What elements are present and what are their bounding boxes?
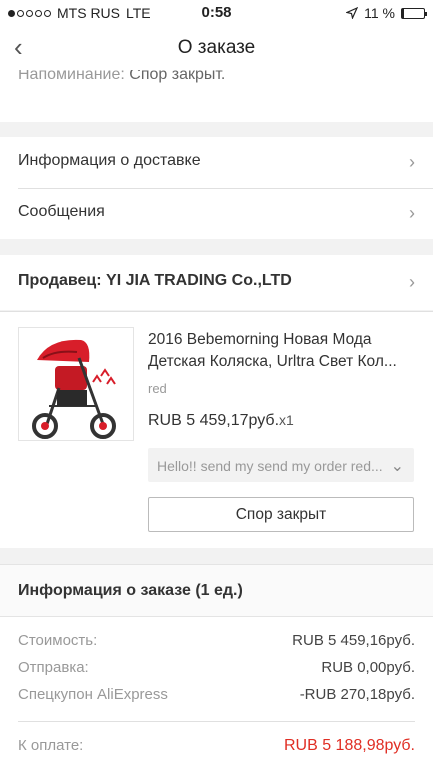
battery-level xyxy=(402,8,405,18)
reminder-value: Спор закрыт. xyxy=(129,70,226,83)
product-title-line1: 2016 Bebemorning Новая Мода xyxy=(148,331,372,348)
page-title: О заказе xyxy=(177,37,256,58)
shipping-row: Отправка: RUB 0,00руб. xyxy=(18,659,415,681)
dispute-closed-button[interactable]: Спор закрыт xyxy=(148,497,414,532)
chevron-right-icon: › xyxy=(409,272,415,292)
divider xyxy=(0,311,433,312)
coupon-value: -RUB 270,18руб. xyxy=(299,686,415,703)
shipping-value: RUB 0,00руб. xyxy=(321,659,415,676)
status-right: 11 % xyxy=(346,5,427,21)
product-title[interactable]: 2016 Bebemorning Новая Мода Детская Коля… xyxy=(148,329,418,373)
product-price-line: RUB 5 459,17руб.x1 xyxy=(148,412,294,430)
product-variant: red xyxy=(148,381,167,396)
divider xyxy=(18,721,415,722)
reminder-text: Напоминание: Спор закрыт. xyxy=(18,70,225,84)
messages-link[interactable]: Сообщения › xyxy=(0,188,433,239)
coupon-label: Спецкупон AliExpress xyxy=(18,686,168,703)
product-price: RUB 5 459,17руб. xyxy=(148,412,280,429)
order-summary: Стоимость: RUB 5 459,16руб. Отправка: RU… xyxy=(0,617,433,770)
reminder-section: Напоминание: Спор закрыт. xyxy=(0,70,433,122)
chevron-down-icon[interactable]: ⌄ xyxy=(391,456,404,476)
cost-row: Стоимость: RUB 5 459,16руб. xyxy=(18,632,415,654)
location-arrow-icon xyxy=(346,7,359,19)
cost-value: RUB 5 459,16руб. xyxy=(292,632,415,649)
seller-label: Продавец: YI JIA TRADING Co.,LTD xyxy=(18,272,292,289)
battery-percent: 11 % xyxy=(364,5,395,21)
chevron-right-icon: › xyxy=(409,152,415,172)
shipping-label: Отправка: xyxy=(18,659,89,676)
divider xyxy=(18,188,433,189)
stroller-image[interactable] xyxy=(18,327,134,441)
total-value: RUB 5 188,98руб. xyxy=(283,737,415,754)
total-row: К оплате: RUB 5 188,98руб. xyxy=(18,737,415,759)
product-quantity: x1 xyxy=(279,412,294,428)
status-bar: MTS RUS LTE 0:58 11 % xyxy=(0,0,433,26)
total-label: К оплате: xyxy=(18,737,84,754)
product-card: 2016 Bebemorning Новая Мода Детская Коля… xyxy=(0,311,433,548)
cost-label: Стоимость: xyxy=(18,632,98,649)
chevron-right-icon: › xyxy=(409,203,415,223)
coupon-row: Спецкупон AliExpress -RUB 270,18руб. xyxy=(18,686,415,708)
product-title-line2: Детская Коляска, Urltra Свет Кол... xyxy=(148,353,397,370)
battery-icon xyxy=(401,7,427,19)
stroller-picture xyxy=(19,328,133,440)
delivery-info-link[interactable]: Информация о доставке › xyxy=(0,137,433,188)
order-summary-title: Информация о заказе (1 ед.) xyxy=(18,582,243,599)
reminder-label: Напоминание: xyxy=(18,70,125,83)
message-text: Hello!! send my send my order red... xyxy=(157,458,383,474)
messages-label: Сообщения xyxy=(18,203,105,220)
message-preview[interactable]: Hello!! send my send my order red... ⌄ xyxy=(148,448,414,482)
order-summary-header: Информация о заказе (1 ед.) xyxy=(0,564,433,617)
delivery-info-label: Информация о доставке xyxy=(18,152,201,169)
seller-row[interactable]: Продавец: YI JIA TRADING Co.,LTD › xyxy=(0,255,433,310)
navigation-bar: ‹ О заказе xyxy=(0,26,433,70)
